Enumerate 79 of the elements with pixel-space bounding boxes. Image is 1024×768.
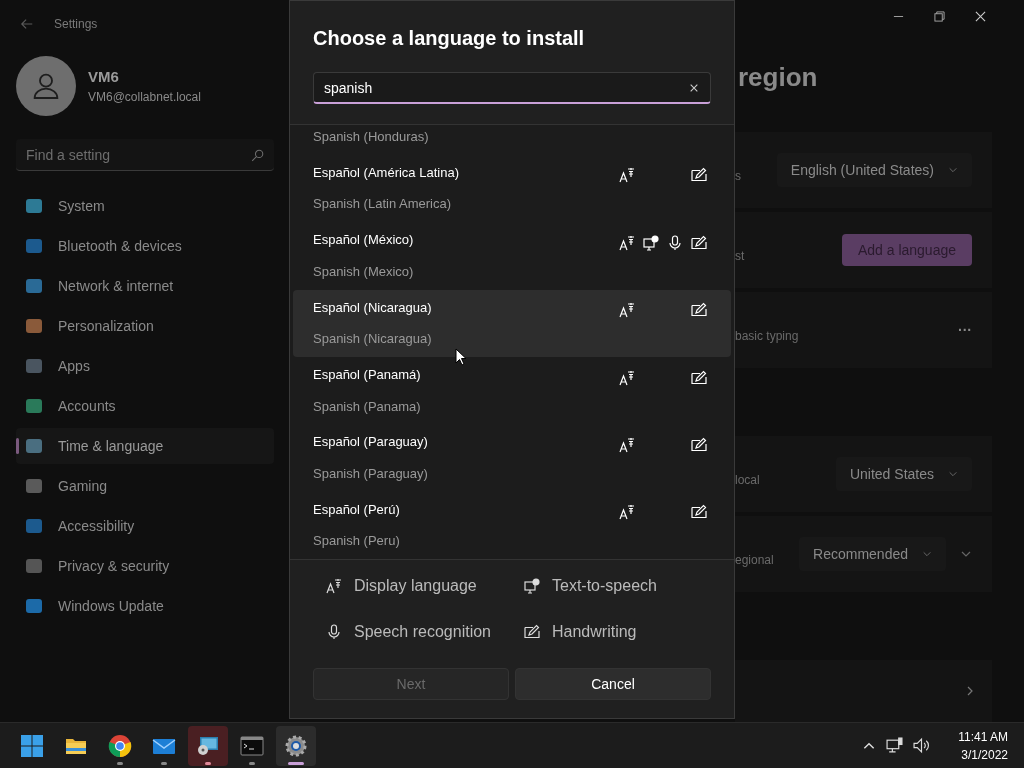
setting-label: local [735,472,760,489]
legend-label: Text-to-speech [552,576,657,596]
clock[interactable]: 11:41 AM 3/1/2022 [954,727,1012,764]
language-native-name: Español (México) [313,231,414,250]
dialog-title: Choose a language to install [313,26,586,51]
maximize-icon[interactable] [934,10,945,22]
language-row[interactable]: Español (México) Spanish (Mexico) [293,222,731,290]
legend-label: Speech recognition [354,622,491,642]
setting-label: egional [735,552,774,569]
language-search-field[interactable]: spanish [313,72,711,104]
running-indicator [249,761,255,765]
sidebar-item[interactable]: Network & internet [16,268,274,304]
sidebar-item[interactable]: Accessibility [16,508,274,544]
taskbar-button[interactable] [276,725,316,766]
selection-indicator [16,438,19,454]
sidebar-item[interactable]: Bluetooth & devices [16,228,274,264]
back-arrow-icon[interactable] [20,17,34,31]
taskbar-button[interactable] [188,725,228,766]
running-indicator [161,761,167,765]
sidebar-item[interactable]: System [16,188,274,224]
language-english-name: Spanish (Panama) [313,397,421,416]
sidebar-item[interactable]: Windows Update [16,588,274,624]
page-title: region [738,61,819,94]
language-native-name: Español (Nicaragua) [313,298,432,317]
chevron-down-icon [922,549,932,559]
sidebar-item[interactable]: Apps [16,348,274,384]
terminal-icon [240,733,264,758]
dropdown[interactable]: English (United States) [776,153,972,187]
language-row[interactable]: Español (América Latina) Spanish (Latin America) [293,154,731,223]
legend-label: Display language [354,576,477,596]
language-english-name: Spanish (Mexico) [313,262,414,281]
display-language-icon [326,578,342,594]
volume-icon[interactable] [913,737,931,754]
search-icon [251,149,264,162]
legend-label: Handwriting [552,622,637,642]
language-row[interactable]: Español (Paraguay) Spanish (Paraguay) [293,424,731,492]
language-native-name: Español (Paraguay) [313,433,428,452]
browser-icon [108,733,132,758]
clear-icon[interactable] [689,83,699,93]
running-indicator [205,761,211,765]
network-icon[interactable] [886,737,904,754]
settings-icon [284,733,308,758]
language-english-name: Spanish (Peru) [313,532,400,551]
user-email: VM6@collabnet.local [88,89,201,107]
running-indicator [288,761,304,765]
pen-on-pad-icon [524,624,540,640]
window-title: Settings [54,16,98,33]
sidebar-item[interactable]: Privacy & security [16,548,274,584]
language-english-name: Spanish (Nicaragua) [313,330,432,349]
setting-label: s [735,168,741,185]
running-indicator [117,761,123,765]
mouse-pointer-icon [455,348,467,366]
dropdown[interactable]: United States [835,457,972,491]
search-field[interactable]: Find a setting [16,139,274,171]
sidebar-item[interactable]: Accounts [16,388,274,424]
start-icon [20,733,44,758]
setting-label: st [735,248,745,265]
language-row[interactable]: Español (Perú) Spanish (Peru) [293,491,731,559]
language-english-name: Spanish (Latin America) [313,195,452,214]
sidebar-item[interactable]: Time & language [16,428,274,464]
language-native-name: Español (América Latina) [313,163,459,182]
more-button[interactable]: ··· [958,319,972,341]
language-row[interactable]: Español (Nicaragua) Spanish (Nicaragua) [293,289,731,357]
chevron-down-icon [948,165,958,175]
language-english-name: Spanish (Honduras) [313,128,429,146]
language-native-name: Español (Panamá) [313,366,421,385]
sidebar-item[interactable]: Gaming [16,468,274,504]
language-row[interactable]: Español (Panamá) Spanish (Panama) [293,356,731,425]
user-name: VM6 [88,66,120,87]
language-english-name: Spanish (Paraguay) [313,464,428,483]
language-native-name: Español (Perú) [313,500,400,519]
monitor-speech-icon [524,578,540,594]
dialog-button[interactable]: Cancel [515,668,711,700]
chevron-down-icon [948,469,958,479]
microphone-icon [326,624,342,640]
dropdown[interactable]: Recommended [799,537,946,571]
setting-label: basic typing [735,328,799,345]
close-icon[interactable] [975,10,986,22]
sidebar-item[interactable]: Personalization [16,308,274,344]
